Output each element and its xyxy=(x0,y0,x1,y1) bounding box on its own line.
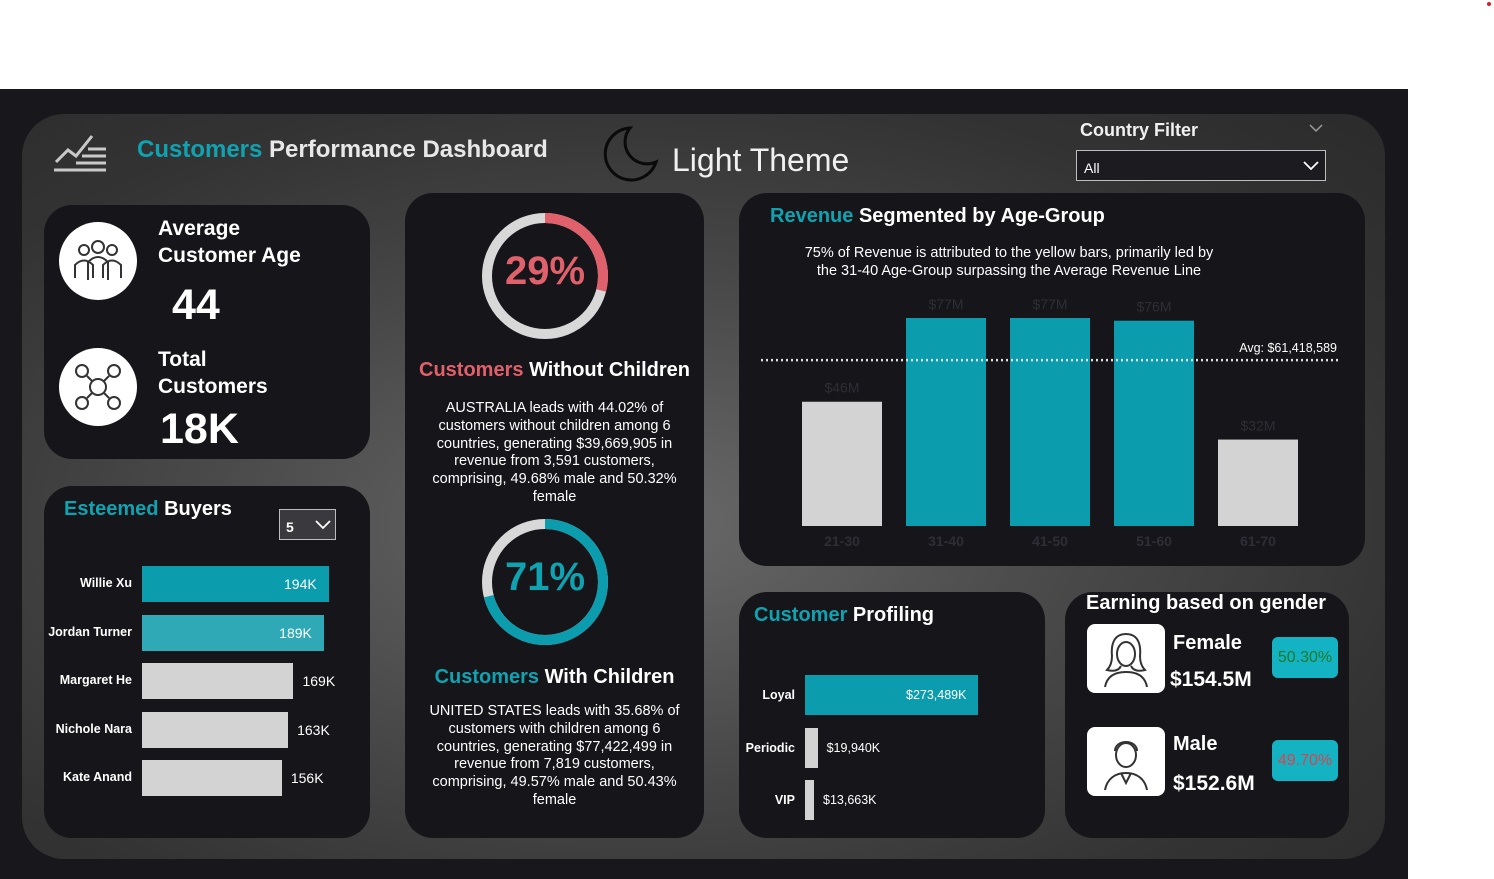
buyer-bar[interactable] xyxy=(142,711,289,748)
buyer-name: Willie Xu xyxy=(80,576,132,590)
buyer-value: 163K xyxy=(297,721,330,738)
buyer-value: 194K xyxy=(284,576,317,592)
revenue-bar-label: $77M xyxy=(928,296,963,312)
esteemed-title-accent: Esteemed xyxy=(64,498,159,520)
page-title: Customers Performance Dashboard xyxy=(137,136,548,164)
with-children-text: UNITED STATES leads with 35.68% of custo… xyxy=(429,703,680,808)
revenue-card: Revenue Segmented by Age-Group 75% of Re… xyxy=(739,193,1365,566)
profiling-label: Periodic xyxy=(745,740,795,755)
profiling-label: Loyal xyxy=(762,688,795,702)
male-icon-box xyxy=(1087,727,1165,796)
dashboard-frame: Customers Performance Dashboard Light Th… xyxy=(0,89,1408,879)
without-children-pct: 29% xyxy=(504,249,586,293)
buyer-name: Margaret He xyxy=(59,673,132,687)
avg-age-label-line1: Average xyxy=(158,217,241,240)
male-avatar-icon xyxy=(1104,741,1148,791)
with-children-title: Customers With Children xyxy=(405,666,704,689)
revenue-bar-chart: $46M 21-30 $77M 31-40 $77M 41-50 $76M 51-60 $32M… xyxy=(761,296,1339,549)
revenue-category-label: 31-40 xyxy=(928,533,964,549)
revenue-bar-label: $77M xyxy=(1032,296,1067,312)
total-customers-value: 18K xyxy=(160,405,239,453)
people-group-icon xyxy=(74,240,122,280)
female-avatar-icon xyxy=(1104,633,1148,688)
profiling-title-accent: Customer xyxy=(754,604,848,626)
without-title-rest: Without Children xyxy=(529,359,690,381)
revenue-bar-label: $76M xyxy=(1136,299,1171,315)
esteemed-title-rest: Buyers xyxy=(164,498,232,520)
profiling-value: $13,663K xyxy=(823,793,877,807)
with-children-pct: 71% xyxy=(504,555,586,599)
with-title-rest: With Children xyxy=(544,666,675,688)
children-card: 29% Customers Without Children AUSTRALIA… xyxy=(405,193,704,838)
avg-age-label-line2: Customer Age xyxy=(158,244,301,267)
buyer-name: Kate Anand xyxy=(63,770,132,784)
profiling-value: $273,489K xyxy=(906,688,967,702)
network-people-icon xyxy=(75,364,121,410)
buyer-name: Nichole Nara xyxy=(55,721,132,736)
female-label: Female xyxy=(1173,632,1242,654)
buyer-value: 169K xyxy=(302,673,336,689)
filter-collapse-icon[interactable] xyxy=(1309,123,1323,133)
revenue-bar xyxy=(802,401,882,526)
gender-card: Earning based on gender Female $154.5M 5… xyxy=(1065,592,1349,838)
revenue-category-label: 61-70 xyxy=(1240,533,1276,549)
country-filter-dropdown[interactable]: All xyxy=(1076,150,1326,181)
avg-age-icon-circle xyxy=(59,222,137,300)
chevron-down-icon xyxy=(315,520,331,530)
dashboard-board: Customers Performance Dashboard Light Th… xyxy=(22,114,1385,859)
esteemed-buyers-card: Esteemed Buyers 5 Willie Xu 194K Jordan Tu… xyxy=(44,486,370,838)
gender-title: Earning based on gender xyxy=(1086,592,1327,614)
red-dot-marker xyxy=(1487,2,1491,6)
total-customers-label-line2: Customers xyxy=(158,375,268,398)
total-customers-icon-circle xyxy=(59,348,137,426)
profiling-bar[interactable] xyxy=(805,780,814,820)
chevron-down-icon xyxy=(1303,161,1319,171)
without-children-text: AUSTRALIA leads with 44.02% of customers… xyxy=(432,400,677,505)
esteemed-buyers-title: Esteemed Buyers xyxy=(64,498,232,521)
top-n-value: 5 xyxy=(286,519,294,535)
revenue-bar xyxy=(1114,320,1194,526)
country-filter-label: Country Filter xyxy=(1080,120,1199,140)
female-pct-badge: 50.30% xyxy=(1272,637,1338,678)
page-title-rest: Performance Dashboard xyxy=(269,136,548,163)
theme-label: Light Theme xyxy=(672,142,850,178)
buyer-bar[interactable] xyxy=(142,760,282,796)
revenue-category-label: 41-50 xyxy=(1032,533,1068,549)
male-value: $152.6M xyxy=(1173,772,1255,795)
theme-toggle[interactable]: Light Theme xyxy=(600,124,860,184)
profiling-card: Customer Profiling Loyal $273,489K Periodi… xyxy=(739,592,1045,838)
profiling-title: Customer Profiling xyxy=(754,604,934,627)
profiling-label: VIP xyxy=(774,793,795,807)
revenue-category-label: 51-60 xyxy=(1136,533,1172,549)
page-title-accent: Customers xyxy=(137,136,263,163)
revenue-bar-label: $32M xyxy=(1240,418,1275,434)
buyer-value: 156K xyxy=(290,770,324,786)
without-title-accent: Customers xyxy=(419,359,524,381)
avg-age-value: 44 xyxy=(172,281,220,329)
buyer-name: Jordan Turner xyxy=(48,624,132,639)
total-customers-label-line1: Total xyxy=(158,348,207,371)
male-label: Male xyxy=(1173,733,1218,755)
revenue-bar-label: $46M xyxy=(824,380,859,396)
female-icon-box xyxy=(1087,624,1165,693)
revenue-category-label: 21-30 xyxy=(824,533,860,549)
revenue-bar xyxy=(1218,439,1298,526)
country-filter-value: All xyxy=(1084,160,1100,176)
buyer-value: 189K xyxy=(279,624,312,641)
profiling-title-rest: Profiling xyxy=(852,604,935,626)
revenue-bar xyxy=(1010,318,1090,526)
with-title-accent: Customers xyxy=(434,666,540,688)
chart-trend-icon xyxy=(54,135,106,172)
profiling-value: $19,940K xyxy=(826,740,881,755)
male-pct-badge: 49.70% xyxy=(1272,740,1338,781)
top-n-dropdown[interactable]: 5 xyxy=(279,509,336,540)
average-label: Avg: $61,418,589 xyxy=(1239,341,1337,355)
female-value: $154.5M xyxy=(1170,668,1252,691)
revenue-bar xyxy=(906,318,986,526)
moon-icon xyxy=(603,126,659,182)
without-children-title: Customers Without Children xyxy=(405,359,704,382)
kpi-card: Average Customer Age 44 Total Customers xyxy=(44,205,370,459)
profiling-bar[interactable] xyxy=(805,727,818,768)
buyer-bar[interactable] xyxy=(142,663,294,699)
